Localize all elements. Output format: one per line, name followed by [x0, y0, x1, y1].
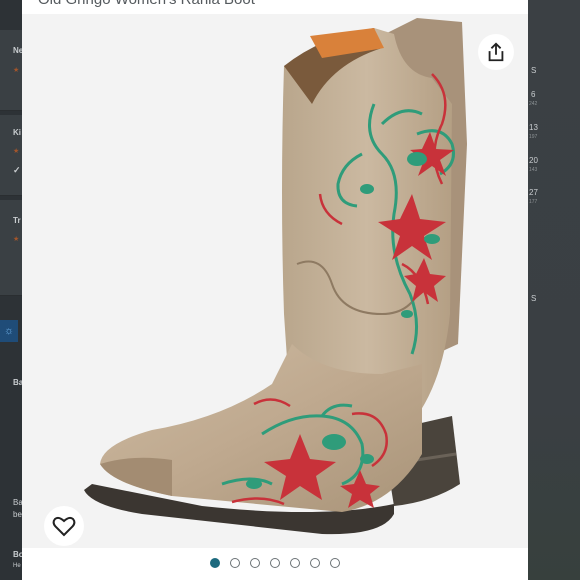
- calendar-day-count: 197: [529, 134, 538, 140]
- like-button[interactable]: [44, 506, 84, 546]
- carousel-dot[interactable]: [210, 558, 220, 568]
- background-left-panel: [0, 0, 24, 580]
- calendar-day-count: 242: [529, 101, 538, 107]
- calendar-day: 27: [529, 188, 538, 197]
- background-label: Ki: [13, 128, 21, 137]
- star-icon: ★: [13, 236, 20, 243]
- carousel-dot[interactable]: [230, 558, 240, 568]
- calendar-footer: S: [531, 294, 537, 303]
- background-label: He: [13, 563, 21, 569]
- calendar-day: 13: [529, 123, 538, 132]
- sun-icon: ☼: [0, 320, 18, 342]
- star-icon: ★: [13, 148, 20, 155]
- star-icon: ★: [13, 67, 20, 74]
- share-icon: [488, 42, 504, 62]
- calendar-day-count: 143: [529, 167, 538, 173]
- background-card: [0, 30, 24, 111]
- background-right-panel: [528, 0, 580, 580]
- carousel-pagination: [22, 558, 528, 570]
- share-button[interactable]: [478, 34, 514, 70]
- calendar-day: 6: [531, 90, 536, 99]
- background-label: Tr: [13, 216, 21, 225]
- carousel-dot[interactable]: [250, 558, 260, 568]
- product-image[interactable]: [22, 14, 528, 548]
- boot-illustration: [84, 18, 467, 535]
- calendar-day: 20: [529, 156, 538, 165]
- carousel-dot[interactable]: [290, 558, 300, 568]
- carousel-dot[interactable]: [330, 558, 340, 568]
- background-label: be: [13, 510, 22, 519]
- calendar-header: S: [531, 66, 537, 75]
- image-viewer-modal: Old Gringo Women's Rania Boot: [22, 0, 528, 580]
- carousel-dot[interactable]: [270, 558, 280, 568]
- background-card: [0, 200, 24, 296]
- listing-title: Old Gringo Women's Rania Boot: [38, 0, 255, 8]
- check-icon: ✓: [13, 165, 21, 175]
- calendar-day-count: 177: [529, 199, 538, 205]
- carousel-dot[interactable]: [310, 558, 320, 568]
- heart-icon: [52, 516, 76, 537]
